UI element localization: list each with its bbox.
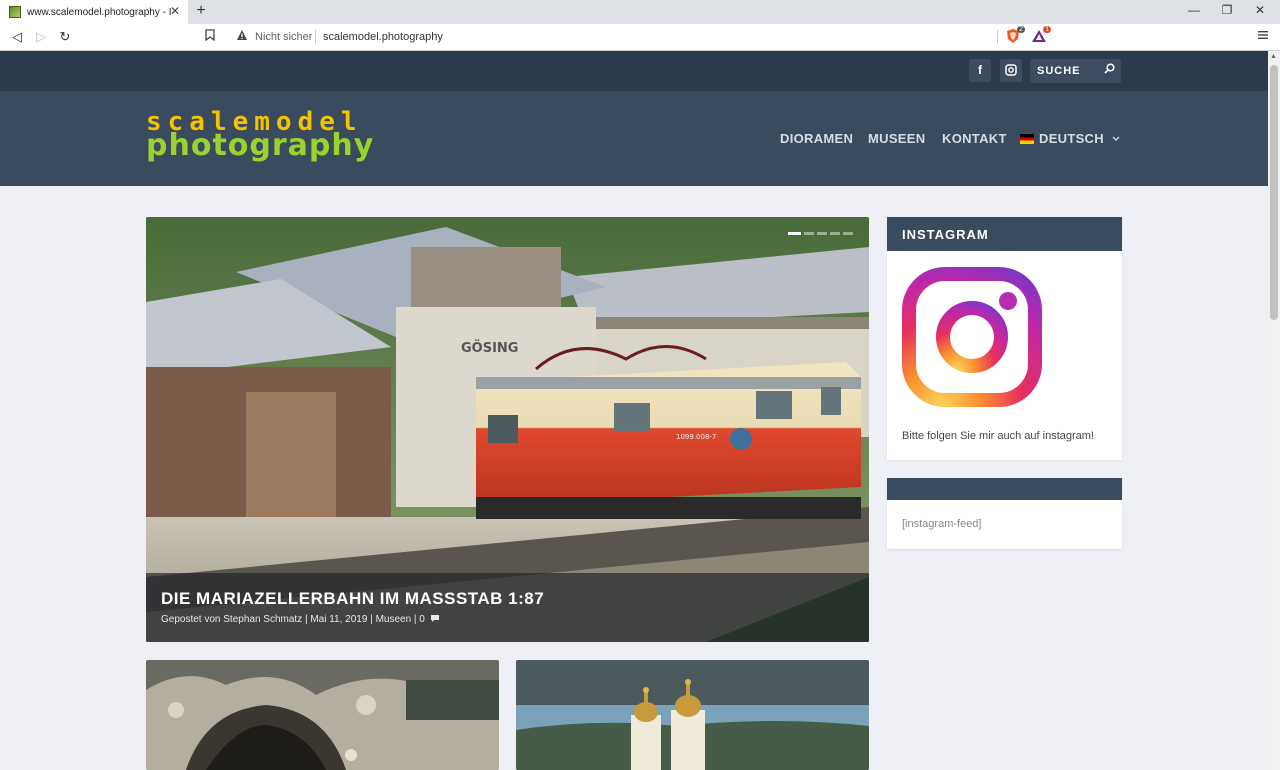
brave-badge: 2 <box>1017 26 1025 33</box>
warning-icon[interactable] <box>236 29 248 44</box>
instagram-feed-shortcode: [instagram-feed] <box>902 518 982 530</box>
forward-button[interactable]: ▷ <box>32 29 50 45</box>
browser-tab[interactable]: www.scalemodel.photography - I ✕ <box>0 0 188 24</box>
church-image <box>516 660 869 770</box>
post-thumbnail-diorama[interactable] <box>146 660 499 770</box>
search-input[interactable]: SUCHE <box>1037 65 1081 77</box>
post-thumbnail-church[interactable] <box>516 660 869 770</box>
language-label: DEUTSCH <box>1039 131 1104 146</box>
minimize-button[interactable]: — <box>1184 3 1204 17</box>
site-favicon-icon <box>9 6 21 18</box>
chevron-down-icon <box>1112 136 1120 141</box>
close-window-button[interactable]: ✕ <box>1250 3 1270 17</box>
url-input[interactable]: scalemodel.photography <box>323 31 443 43</box>
slider-pagination <box>788 232 853 235</box>
tab-title: www.scalemodel.photography - I <box>27 6 172 18</box>
brave-shield-icon[interactable]: 2 <box>1005 26 1025 44</box>
post-meta-text: Gepostet von Stephan Schmatz | Mai 11, 2… <box>161 614 425 625</box>
page-scrollbar[interactable]: ▲ <box>1268 51 1280 770</box>
back-button[interactable]: ◁ <box>8 29 26 45</box>
new-tab-button[interactable]: + <box>193 2 209 20</box>
main-header: scalemodel photography DIORAMEN MUSEEN K… <box>0 91 1268 186</box>
search-box[interactable]: SUCHE <box>1030 59 1121 83</box>
logo-bottom-text: photography <box>146 128 375 163</box>
nav-language[interactable]: DEUTSCH <box>1020 131 1120 146</box>
instagram-widget: INSTAGRAM Bitte folgen Sie mir auch auf … <box>887 217 1122 460</box>
slider-dot[interactable] <box>788 232 801 235</box>
featured-slider[interactable]: GÖSING 1099.008-7 DIE MARIAZELLERBAHN IM… <box>146 217 869 642</box>
nav-kontakt[interactable]: KONTAKT <box>942 131 1007 146</box>
slider-dot[interactable] <box>843 232 853 235</box>
instagram-feed-widget: [instagram-feed] <box>887 478 1122 549</box>
instagram-widget-title: INSTAGRAM <box>887 217 1122 251</box>
feed-widget-title <box>887 478 1122 500</box>
slider-dot[interactable] <box>817 232 827 235</box>
instagram-icon[interactable] <box>1000 59 1022 82</box>
facebook-icon[interactable]: f <box>969 59 991 82</box>
instagram-logo-icon[interactable] <box>902 267 1042 407</box>
secondary-top-bar: f SUCHE <box>0 51 1268 91</box>
rewards-badge: 1 <box>1043 26 1051 33</box>
site-logo[interactable]: scalemodel photography <box>146 109 386 165</box>
restore-button[interactable]: ❐ <box>1217 3 1237 17</box>
loco-number: 1099.008-7 <box>676 433 716 441</box>
featured-title[interactable]: DIE MARIAZELLERBAHN IM MASSSTAB 1:87 <box>161 589 544 609</box>
bookmark-icon[interactable] <box>205 29 215 44</box>
featured-caption: DIE MARIAZELLERBAHN IM MASSSTAB 1:87 Gep… <box>146 573 869 642</box>
slider-dot[interactable] <box>804 232 814 235</box>
browser-menu-icon[interactable] <box>1258 29 1268 43</box>
slider-dot[interactable] <box>830 232 840 235</box>
diorama-image <box>146 660 499 770</box>
german-flag-icon <box>1020 134 1034 144</box>
scroll-up-icon[interactable]: ▲ <box>1270 53 1277 60</box>
website: f SUCHE scalemodel photography DIORAMEN … <box>0 51 1268 770</box>
scrollbar-thumb[interactable] <box>1270 65 1278 320</box>
brave-rewards-icon[interactable]: 1 <box>1031 26 1051 44</box>
post-meta: Gepostet von Stephan Schmatz | Mai 11, 2… <box>161 614 440 625</box>
instagram-follow-text: Bitte folgen Sie mir auch auf instagram! <box>902 430 1094 442</box>
search-icon[interactable] <box>1104 63 1115 77</box>
station-sign: GÖSING <box>461 340 518 356</box>
reload-button[interactable]: ↻ <box>56 29 74 45</box>
browser-tabbar: www.scalemodel.photography - I ✕ + — ❐ ✕ <box>0 0 1280 24</box>
browser-address-bar: ◁ ▷ ↻ Nicht sicher scalemodel.photograph… <box>0 24 1280 51</box>
comment-icon[interactable] <box>430 614 440 623</box>
url-divider <box>997 30 998 44</box>
nav-museen[interactable]: MUSEEN <box>868 131 925 146</box>
security-label[interactable]: Nicht sicher <box>255 31 312 43</box>
tab-close-icon[interactable]: ✕ <box>168 4 182 18</box>
nav-dioramen[interactable]: DIORAMEN <box>780 131 853 146</box>
url-divider <box>315 30 316 44</box>
